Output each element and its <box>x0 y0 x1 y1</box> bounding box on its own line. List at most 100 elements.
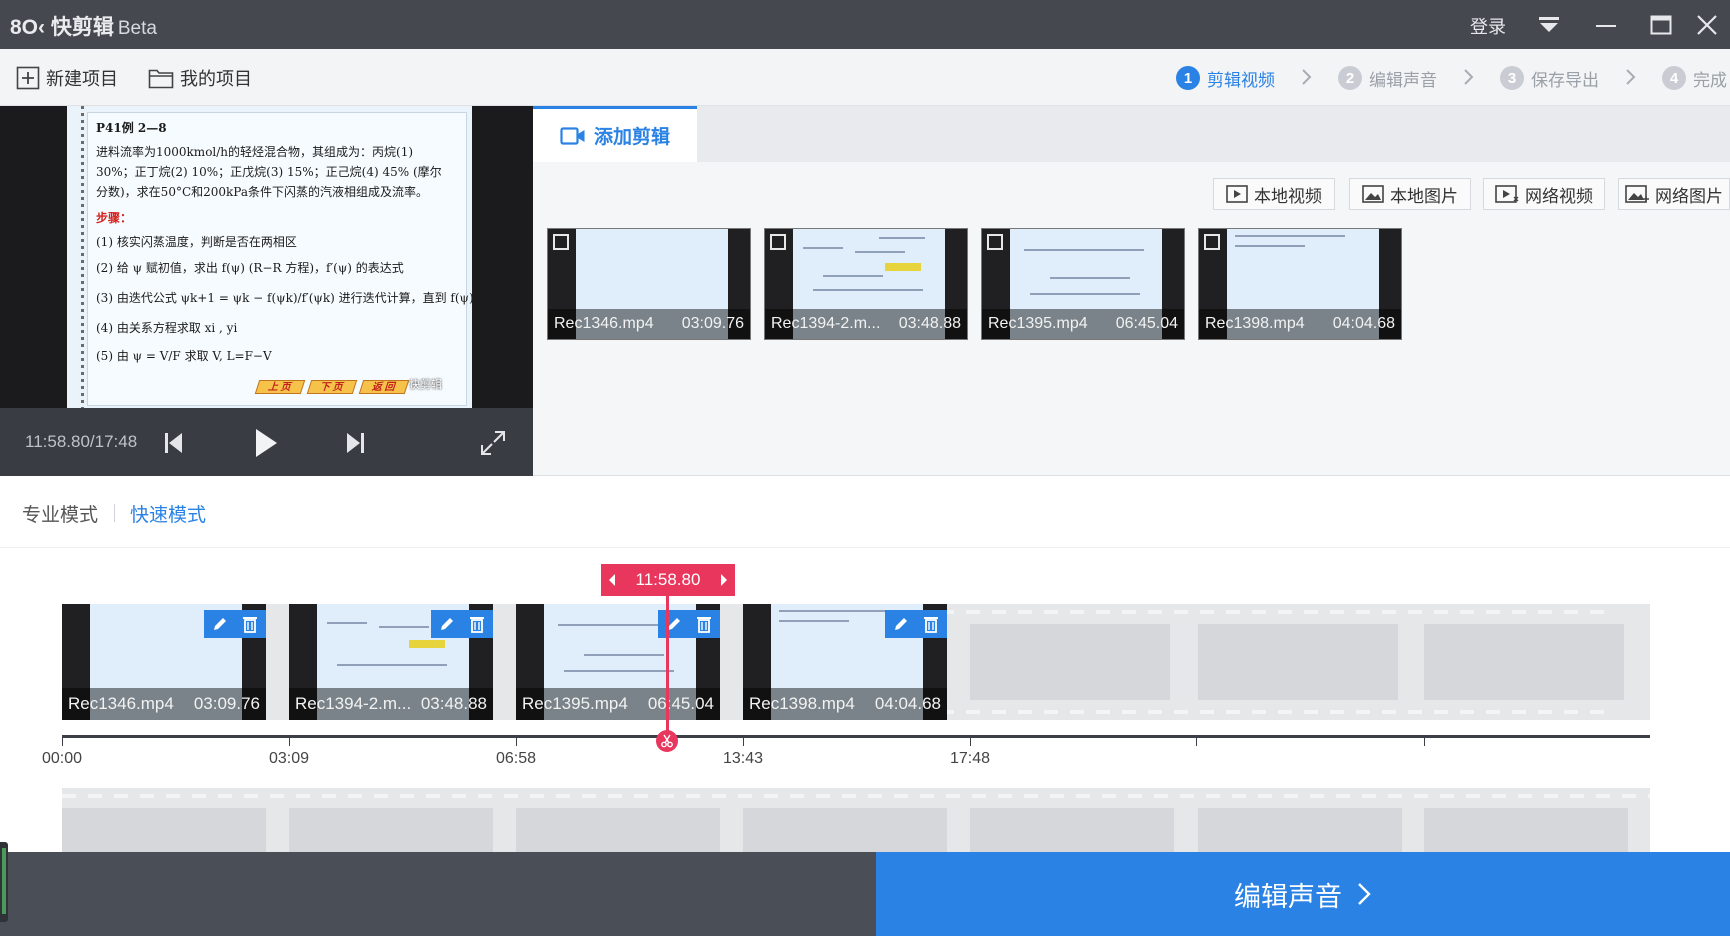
online-image-button[interactable]: 网络图片 <box>1618 178 1730 210</box>
doc-line: (3) 由迭代公式 ψk+1 = ψk − f(ψk)/f′(ψk) 进行迭代计… <box>96 291 472 305</box>
doc-line: (1) 核实闪蒸温度，判断是否在两相区 <box>96 235 297 249</box>
select-checkbox[interactable] <box>553 234 569 250</box>
step-forward-icon[interactable] <box>719 573 729 587</box>
ruler-tick <box>1196 737 1197 746</box>
doc-next-page: 下 页 <box>306 380 358 394</box>
step-back-icon[interactable] <box>607 573 617 587</box>
step-label: 保存导出 <box>1531 70 1599 90</box>
edit-pencil-icon[interactable] <box>204 610 236 638</box>
new-project-button[interactable]: 新建项目 <box>16 65 118 91</box>
library-clip[interactable]: Rec1346.mp4 03:09.76 <box>547 228 751 340</box>
timeline: Rec1346.mp4 03:09.76 Rec1394-2.m... 03:4… <box>0 548 1730 852</box>
quick-mode-tab[interactable]: 快速模式 <box>130 500 206 527</box>
step-label: 编辑声音 <box>1369 70 1437 90</box>
main-toolbar: 新建项目 我的项目 1 剪辑视频 2 编辑声音 3 保存导出 4 完成 <box>0 49 1730 106</box>
video-file-icon <box>1226 185 1248 203</box>
chevron-right-icon <box>1464 69 1474 85</box>
ruler-label: 03:09 <box>268 750 310 767</box>
edit-pencil-icon[interactable] <box>885 610 917 638</box>
clip-name: Rec1395.mp4 <box>988 315 1088 332</box>
library-clip[interactable]: Rec1395.mp4 06:45.04 <box>981 228 1185 340</box>
side-panel-handle[interactable] <box>0 842 8 922</box>
video-preview: P41例 2—8 进料流率为1000kmol/h的轻烃混合物，其组成为：丙烷(1… <box>0 106 533 476</box>
edit-pencil-icon[interactable] <box>431 610 463 638</box>
local-video-button[interactable]: 本地视频 <box>1213 178 1335 210</box>
ruler-tick <box>970 737 971 746</box>
time-ruler[interactable] <box>62 735 1650 738</box>
pro-mode-tab[interactable]: 专业模式 <box>22 500 98 527</box>
title-bar: 8O‹ 快剪辑 Beta 登录 <box>0 0 1730 49</box>
timeline-clip[interactable]: Rec1346.mp4 03:09.76 <box>62 604 266 720</box>
step-done[interactable]: 4 完成 <box>1662 64 1727 92</box>
select-checkbox[interactable] <box>987 234 1003 250</box>
online-video-icon <box>1495 185 1519 203</box>
play-icon[interactable] <box>249 426 283 460</box>
delete-trash-icon[interactable] <box>688 610 720 638</box>
doc-prev-page: 上 页 <box>254 380 306 394</box>
doc-line: P41例 2—8 <box>96 121 167 135</box>
online-video-button[interactable]: 网络视频 <box>1483 178 1605 210</box>
step-number: 2 <box>1338 66 1362 90</box>
timeline-clip[interactable]: Rec1398.mp4 04:04.68 <box>743 604 947 720</box>
audio-track <box>62 788 1650 852</box>
close-icon[interactable] <box>1690 8 1724 42</box>
step-cut-video[interactable]: 1 剪辑视频 <box>1176 64 1275 92</box>
tab-add-clips-label: 添加剪辑 <box>593 127 670 148</box>
step-label: 完成 <box>1693 70 1727 90</box>
step-number: 1 <box>1176 66 1200 90</box>
fullscreen-icon[interactable] <box>476 426 510 460</box>
image-icon <box>1362 185 1384 203</box>
next-step-button[interactable]: 编辑声音 <box>876 852 1730 936</box>
dropdown-menu-icon[interactable] <box>1532 8 1566 42</box>
clip-name: Rec1398.mp4 <box>1205 315 1305 332</box>
ruler-label: 13:43 <box>722 750 764 767</box>
media-panel: 添加剪辑 本地视频 本地图片 网络视频 网络图片 Rec1346.mp4 03:… <box>533 106 1730 476</box>
doc-line: 30%；正丁烷(2) 10%；正戊烷(3) 15%；正己烷(4) 45% (摩尔 <box>96 165 442 179</box>
delete-trash-icon[interactable] <box>234 610 266 638</box>
local-image-button[interactable]: 本地图片 <box>1349 178 1471 210</box>
clip-duration: 03:48.88 <box>420 694 487 713</box>
playhead-tag[interactable]: 11:58.80 <box>601 564 735 596</box>
minimize-icon[interactable] <box>1589 8 1623 42</box>
clip-duration: 06:45.04 <box>647 694 714 713</box>
select-checkbox[interactable] <box>770 234 786 250</box>
ruler-tick <box>1424 737 1425 746</box>
timeline-clip[interactable]: Rec1394-2.m... 03:48.88 <box>289 604 493 720</box>
my-projects-label: 我的项目 <box>180 69 252 89</box>
ruler-label: 00:00 <box>41 750 83 767</box>
clip-name: Rec1394-2.m... <box>295 694 412 713</box>
my-projects-button[interactable]: 我的项目 <box>148 65 252 91</box>
playhead-line[interactable] <box>666 596 669 740</box>
library-clip[interactable]: Rec1394-2.m... 03:48.88 <box>764 228 968 340</box>
delete-trash-icon[interactable] <box>461 610 493 638</box>
clip-duration: 04:04.68 <box>874 694 941 713</box>
timeline-clip[interactable]: Rec1395.mp4 06:45.04 <box>516 604 720 720</box>
step-edit-audio[interactable]: 2 编辑声音 <box>1338 64 1437 92</box>
library-clip[interactable]: Rec1398.mp4 04:04.68 <box>1198 228 1402 340</box>
scissors-icon[interactable] <box>656 730 678 752</box>
select-checkbox[interactable] <box>1204 234 1220 250</box>
new-project-icon <box>16 66 40 90</box>
app-window: 8O‹ 快剪辑 Beta 登录 新建项目 我的项目 1 剪辑视频 2 编辑声音 … <box>0 0 1730 936</box>
clip-name: Rec1346.mp4 <box>554 315 654 332</box>
online-video-label: 网络视频 <box>1525 186 1593 206</box>
maximize-icon[interactable] <box>1644 8 1678 42</box>
chevron-right-icon <box>1302 69 1312 85</box>
step-save-export[interactable]: 3 保存导出 <box>1500 64 1599 92</box>
media-tabs: 添加剪辑 <box>533 106 1730 162</box>
next-icon[interactable] <box>338 426 372 460</box>
clip-duration: 03:48.88 <box>898 315 961 332</box>
edit-pencil-icon[interactable] <box>658 610 690 638</box>
beta-badge: Beta <box>117 18 157 39</box>
folder-icon <box>148 69 174 89</box>
delete-trash-icon[interactable] <box>915 610 947 638</box>
online-image-label: 网络图片 <box>1655 186 1723 206</box>
watermark: 快剪辑 <box>409 379 442 391</box>
tab-add-clips[interactable]: 添加剪辑 <box>533 106 697 162</box>
login-link[interactable]: 登录 <box>1470 13 1506 39</box>
app-logo: 8O‹ 快剪辑 Beta <box>10 11 157 41</box>
previous-icon[interactable] <box>157 426 191 460</box>
preview-frame: P41例 2—8 进料流率为1000kmol/h的轻烃混合物，其组成为：丙烷(1… <box>67 106 472 408</box>
mode-divider <box>114 504 115 522</box>
next-step-label: 编辑声音 <box>1234 881 1342 912</box>
